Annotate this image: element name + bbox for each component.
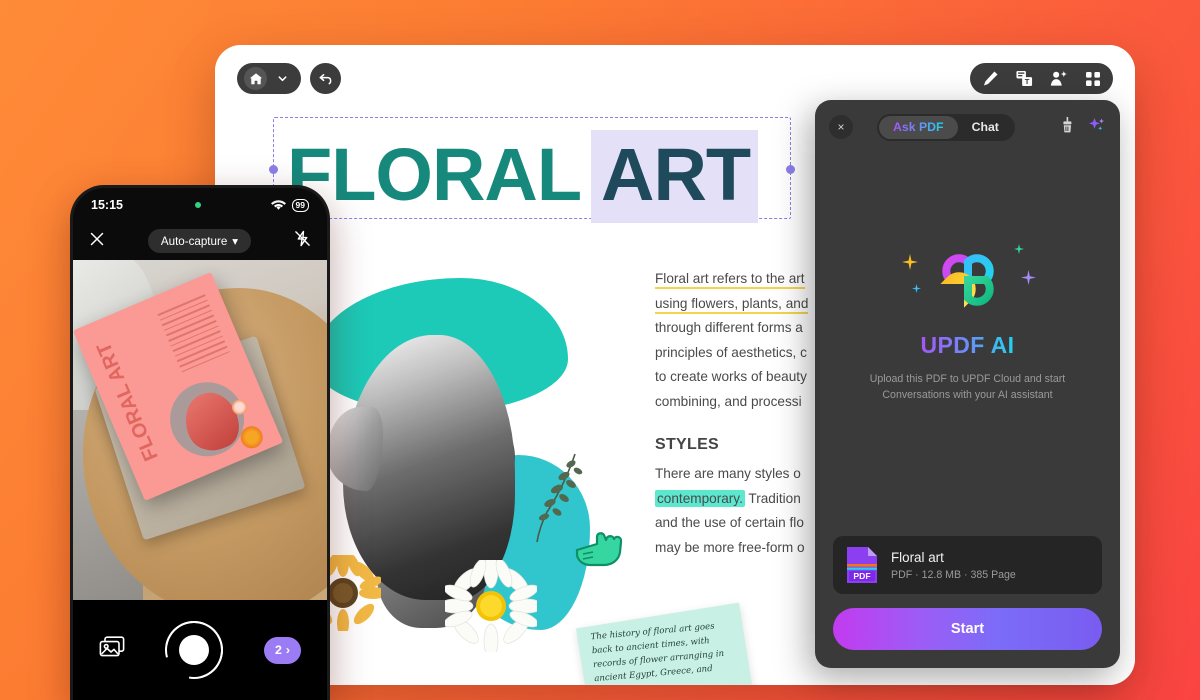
clover-logo-icon — [939, 254, 994, 308]
tab-chat-label: Chat — [971, 120, 999, 134]
capture-mode-dropdown[interactable]: Auto-capture ▾ — [147, 229, 252, 253]
ai-panel-header: × Ask PDF Chat — [815, 100, 1120, 154]
flash-off-icon — [295, 230, 310, 247]
captured-count-badge[interactable]: 2 › — [263, 636, 301, 664]
tab-ask-pdf-label: Ask PDF — [893, 120, 944, 134]
ai-hero-title: UPDF AI — [815, 332, 1120, 359]
apps-grid-icon — [1085, 71, 1100, 86]
page-title-part1: FLORAL — [287, 133, 582, 216]
home-dropdown-button[interactable] — [271, 67, 294, 90]
capture-mode-label: Auto-capture — [160, 234, 228, 248]
sticky-note-text: The history of floral art goes back to a… — [590, 621, 725, 685]
sparkle-magic-button[interactable] — [1088, 117, 1106, 138]
updf-ai-logo — [901, 242, 1036, 318]
close-camera-button[interactable] — [89, 231, 105, 252]
captured-count: 2 — [274, 643, 282, 657]
home-pill — [237, 63, 301, 94]
close-icon: × — [837, 120, 845, 134]
status-right: 99 — [270, 198, 309, 212]
phone-status-bar: 15:15 99 — [73, 188, 327, 222]
flash-toggle-button[interactable] — [294, 230, 311, 252]
undo-icon — [319, 74, 332, 85]
pointing-hand-icon — [575, 532, 623, 567]
tab-ask-pdf[interactable]: Ask PDF — [879, 115, 958, 139]
add-image-icon — [1050, 71, 1067, 86]
highlighted-text: contemporary. — [655, 489, 745, 507]
sparkle-yellow-icon — [901, 254, 918, 270]
shutter-button[interactable] — [154, 609, 235, 691]
pencil-edit-button[interactable] — [981, 69, 1000, 88]
add-image-button[interactable] — [1049, 69, 1068, 88]
phone-camera-bar: Auto-capture ▾ — [73, 222, 327, 260]
underlined-text: using flowers, plants, and — [655, 295, 809, 314]
chevron-right-icon: › — [285, 643, 290, 657]
clear-brush-icon — [1063, 116, 1072, 132]
apps-grid-button[interactable] — [1083, 69, 1102, 88]
close-button[interactable]: × — [829, 115, 853, 139]
battery-badge: 99 — [291, 198, 309, 212]
sparkle-magic-icon — [1089, 117, 1104, 130]
chevron-down-icon — [278, 76, 287, 82]
ai-header-actions — [1061, 116, 1106, 138]
sparkle-green-icon — [1013, 244, 1024, 254]
ai-hero-title-text: UPDF AI — [920, 332, 1015, 358]
gallery-icon — [99, 635, 125, 656]
ai-subtitle-line-1: Upload this PDF to UPDF Cloud and start — [869, 373, 1066, 385]
pdf-file-icon: PDF — [847, 547, 877, 583]
undo-button[interactable] — [310, 63, 341, 94]
ai-hero: UPDF AI Upload this PDF to UPDF Cloud an… — [815, 242, 1120, 403]
clear-brush-button[interactable] — [1061, 116, 1075, 138]
sparkle-purple-icon — [1020, 270, 1036, 285]
file-name: Floral art — [891, 549, 944, 565]
toolbar-left — [237, 63, 341, 94]
ai-panel-body: UPDF AI Upload this PDF to UPDF Cloud an… — [815, 154, 1120, 584]
ai-hero-subtitle: Upload this PDF to UPDF Cloud and start … — [815, 371, 1120, 403]
daisy-flower-icon — [445, 560, 537, 652]
home-icon — [249, 72, 262, 84]
privacy-indicator-dot — [194, 202, 201, 208]
sparkle-blue-icon — [911, 284, 921, 293]
status-time: 15:15 — [91, 198, 123, 212]
phone-device: 15:15 99 Auto-capture ▾ FLORAL ART 2 › — [70, 185, 330, 700]
close-icon — [90, 232, 104, 245]
ai-tab-group: Ask PDF Chat — [877, 113, 1015, 141]
camera-viewfinder[interactable]: FLORAL ART — [73, 260, 327, 600]
wifi-icon — [270, 200, 286, 210]
underlined-text: Floral art refers to the art — [655, 271, 805, 289]
ai-subtitle-line-2: Conversations with your AI assistant — [882, 389, 1053, 401]
updf-ai-panel: × Ask PDF Chat UPDF AI Upload this PDF t… — [815, 100, 1120, 668]
collage-artwork[interactable]: ART — [271, 252, 754, 685]
sticky-note[interactable]: The history of floral art goes back to a… — [575, 602, 754, 685]
svg-text:T: T — [1025, 77, 1030, 86]
file-card[interactable]: PDF Floral art PDF · 12.8 MB · 385 Page — [833, 536, 1102, 594]
pencil-edit-icon — [983, 71, 998, 86]
chevron-down-icon: ▾ — [232, 235, 239, 248]
text-edit-button[interactable]: T — [1015, 69, 1034, 88]
file-info: Floral art PDF · 12.8 MB · 385 Page — [891, 550, 1016, 581]
text-edit-icon: T — [1016, 70, 1033, 86]
toolbar-right: T — [970, 63, 1113, 94]
file-meta: PDF · 12.8 MB · 385 Page — [891, 568, 1016, 581]
phone-camera-controls: 2 › — [73, 600, 327, 700]
scanned-doc-lines — [157, 294, 231, 376]
home-button[interactable] — [244, 67, 267, 90]
pdf-badge-label: PDF — [853, 571, 870, 581]
start-button[interactable]: Start — [833, 608, 1102, 650]
page-title[interactable]: FLORAL ART — [287, 130, 759, 223]
selection-handle-left[interactable] — [269, 165, 278, 174]
selection-handle-right[interactable] — [786, 165, 795, 174]
page-title-part2: ART — [591, 130, 759, 223]
tab-chat[interactable]: Chat — [958, 116, 1013, 139]
gallery-button[interactable] — [99, 635, 125, 665]
